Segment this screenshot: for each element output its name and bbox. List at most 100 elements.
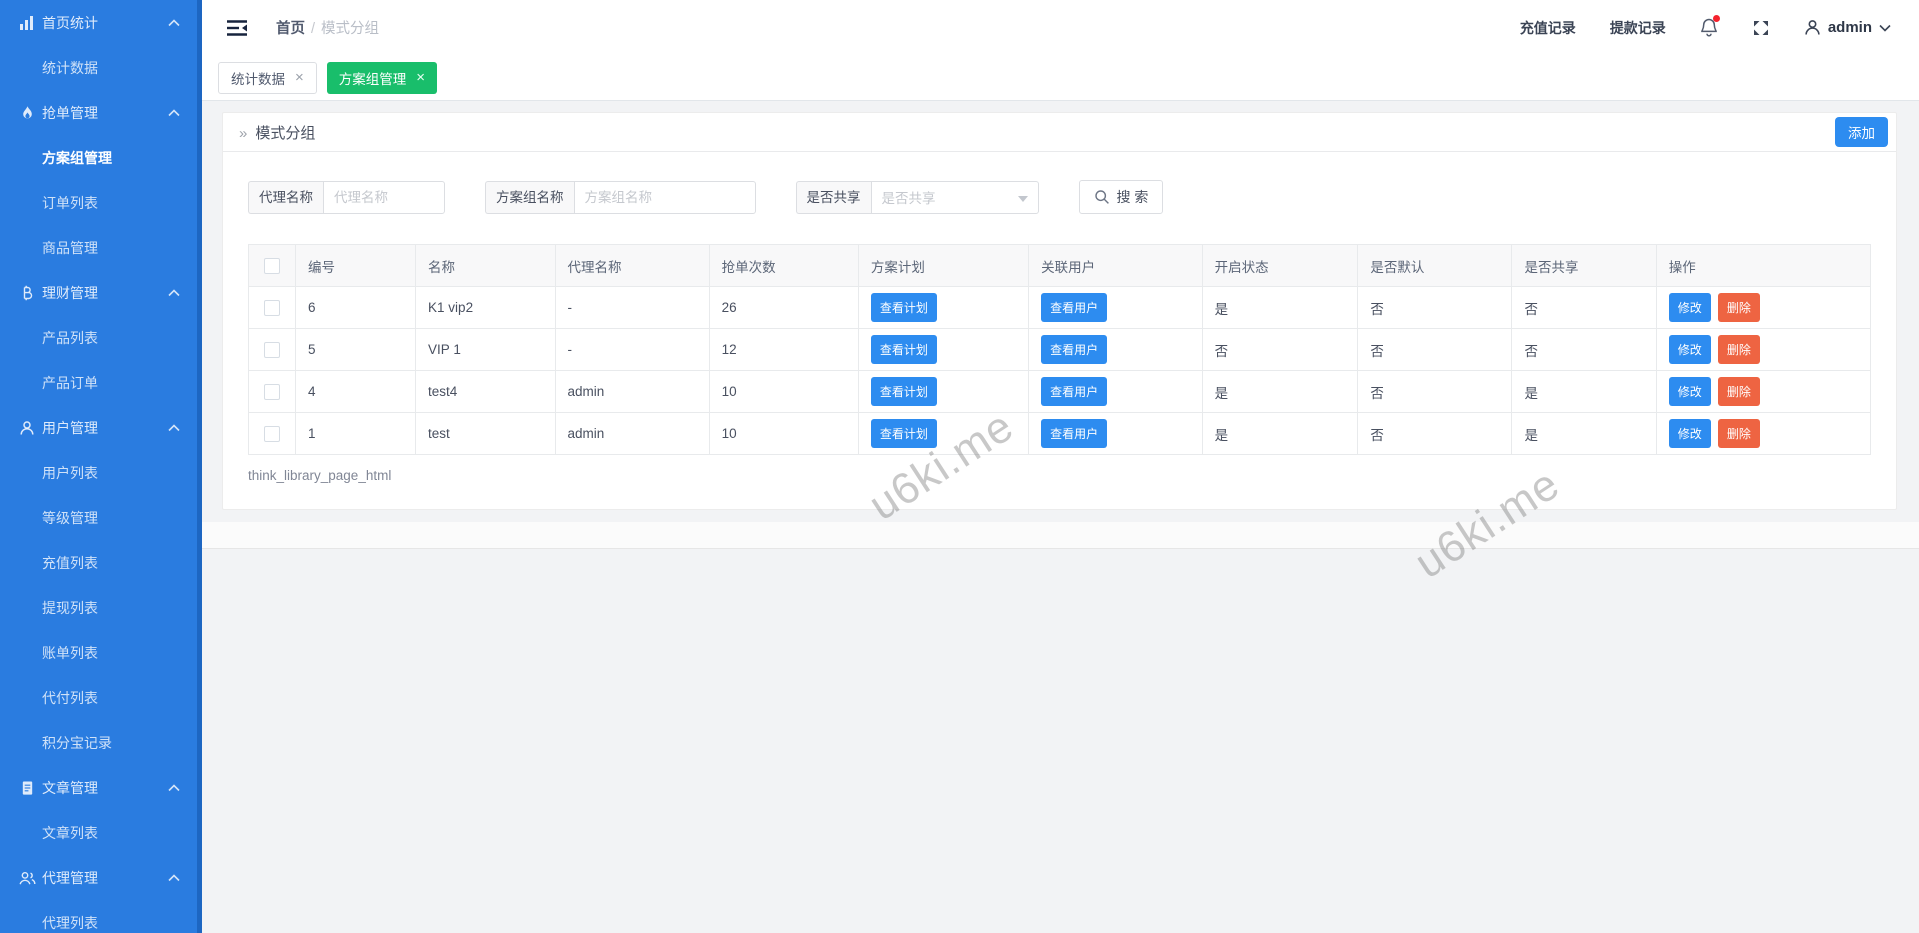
tab-stats-data[interactable]: 统计数据 × (218, 62, 317, 94)
row-checkbox[interactable] (264, 342, 280, 358)
sidebar-item-article-mgmt[interactable]: 文章管理 (0, 765, 202, 810)
sidebar-item-label: 订单列表 (42, 193, 98, 213)
col-agent: 代理名称 (555, 245, 709, 287)
sidebar-item-plan-group[interactable]: 方案组管理 (0, 135, 202, 180)
tab-plan-group[interactable]: 方案组管理 × (327, 62, 437, 94)
sidebar-item-home-stats[interactable]: 首页统计 (0, 0, 202, 45)
cell-open: 是 (1202, 371, 1358, 413)
view-user-button[interactable]: 查看用户 (1041, 293, 1107, 322)
delete-button[interactable]: 删除 (1718, 377, 1760, 406)
cell-count: 10 (709, 371, 858, 413)
cell-open: 是 (1202, 287, 1358, 329)
sidebar-item-user-mgmt[interactable]: 用户管理 (0, 405, 202, 450)
sidebar-item-payment-list[interactable]: 代付列表 (0, 675, 202, 720)
sidebar-item-recharge-list[interactable]: 充值列表 (0, 540, 202, 585)
sidebar-item-label: 抢单管理 (42, 103, 98, 123)
sidebar-item-withdraw-list[interactable]: 提现列表 (0, 585, 202, 630)
group-name-filter: 方案组名称 (485, 181, 756, 214)
shared-select-placeholder: 是否共享 (882, 187, 936, 207)
view-plan-button[interactable]: 查看计划 (871, 377, 937, 406)
cell-default: 否 (1358, 371, 1512, 413)
sidebar-item-agent-mgmt[interactable]: 代理管理 (0, 855, 202, 900)
table-row: 1 test admin 10 查看计划 查看用户 是 否 是 修改删除 (249, 413, 1871, 455)
chevron-up-icon (168, 424, 180, 432)
sidebar-item-label: 积分宝记录 (42, 733, 112, 753)
sidebar-item-order-grab[interactable]: 抢单管理 (0, 90, 202, 135)
view-plan-button[interactable]: 查看计划 (871, 419, 937, 448)
close-icon[interactable]: × (416, 70, 425, 85)
fullscreen-icon[interactable] (1752, 19, 1770, 37)
col-id: 编号 (296, 245, 416, 287)
edit-button[interactable]: 修改 (1669, 419, 1711, 448)
view-user-button[interactable]: 查看用户 (1041, 335, 1107, 364)
view-user-button[interactable]: 查看用户 (1041, 419, 1107, 448)
sidebar-item-label: 用户列表 (42, 463, 98, 483)
cell-name: test (416, 413, 555, 455)
sidebar-item-label: 统计数据 (42, 58, 98, 78)
document-icon (18, 779, 36, 797)
breadcrumb-root[interactable]: 首页 (276, 21, 305, 37)
row-checkbox[interactable] (264, 426, 280, 442)
recharge-records-link[interactable]: 充值记录 (1520, 18, 1576, 38)
sidebar-item-user-list[interactable]: 用户列表 (0, 450, 202, 495)
chevron-up-icon (168, 784, 180, 792)
sidebar-item-agent-list[interactable]: 代理列表 (0, 900, 202, 933)
cell-id: 5 (296, 329, 416, 371)
sidebar-item-label: 文章列表 (42, 823, 98, 843)
sidebar-item-label: 理财管理 (42, 283, 98, 303)
select-caret-icon (1018, 196, 1028, 202)
cell-default: 否 (1358, 329, 1512, 371)
user-menu[interactable]: admin (1804, 19, 1891, 36)
search-button[interactable]: 搜 索 (1079, 180, 1164, 214)
edit-button[interactable]: 修改 (1669, 293, 1711, 322)
admin-app: 首页统计 统计数据 抢单管理 方案组管理 订单列表 商品管理 (0, 0, 1919, 933)
sidebar-item-level-mgmt[interactable]: 等级管理 (0, 495, 202, 540)
sidebar-item-goods[interactable]: 商品管理 (0, 225, 202, 270)
edit-button[interactable]: 修改 (1669, 335, 1711, 364)
cell-id: 1 (296, 413, 416, 455)
sidebar-item-label: 等级管理 (42, 508, 98, 528)
users-icon (18, 869, 36, 887)
delete-button[interactable]: 删除 (1718, 293, 1760, 322)
edit-button[interactable]: 修改 (1669, 377, 1711, 406)
page-template-note: think_library_page_html (248, 468, 1896, 483)
delete-button[interactable]: 删除 (1718, 419, 1760, 448)
menu-fold-icon[interactable] (226, 19, 248, 37)
cell-shared: 否 (1512, 329, 1656, 371)
sidebar-item-order-list[interactable]: 订单列表 (0, 180, 202, 225)
sidebar-item-stats-data[interactable]: 统计数据 (0, 45, 202, 90)
sidebar-item-label: 账单列表 (42, 643, 98, 663)
row-checkbox[interactable] (264, 300, 280, 316)
breadcrumb: 首页/模式分组 (276, 17, 379, 38)
row-checkbox[interactable] (264, 384, 280, 400)
cell-shared: 是 (1512, 371, 1656, 413)
shared-select[interactable]: 是否共享 (871, 181, 1039, 214)
select-all-checkbox[interactable] (264, 258, 280, 274)
agent-name-input[interactable] (323, 181, 445, 214)
add-button[interactable]: 添加 (1835, 117, 1888, 147)
topbar-actions: 充值记录 提款记录 admin (1520, 18, 1891, 38)
sidebar-item-product-list[interactable]: 产品列表 (0, 315, 202, 360)
notification-bell-icon[interactable] (1700, 18, 1718, 37)
close-icon[interactable]: × (295, 70, 304, 85)
col-count: 抢单次数 (709, 245, 858, 287)
sidebar-item-points-records[interactable]: 积分宝记录 (0, 720, 202, 765)
view-plan-button[interactable]: 查看计划 (871, 335, 937, 364)
sidebar-item-label: 首页统计 (42, 13, 98, 33)
view-user-button[interactable]: 查看用户 (1041, 377, 1107, 406)
user-avatar-icon (1804, 19, 1821, 36)
footer-strip (202, 522, 1919, 549)
cell-count: 26 (709, 287, 858, 329)
table-header-row: 编号 名称 代理名称 抢单次数 方案计划 关联用户 开启状态 是否默认 是否共享… (249, 245, 1871, 287)
sidebar-item-finance[interactable]: 理财管理 (0, 270, 202, 315)
sidebar-item-bill-list[interactable]: 账单列表 (0, 630, 202, 675)
sidebar-item-article-list[interactable]: 文章列表 (0, 810, 202, 855)
page-title: »模式分组 (239, 122, 315, 143)
group-name-input[interactable] (574, 181, 756, 214)
withdraw-records-link[interactable]: 提款记录 (1610, 18, 1666, 38)
col-users: 关联用户 (1029, 245, 1203, 287)
view-plan-button[interactable]: 查看计划 (871, 293, 937, 322)
cell-name: test4 (416, 371, 555, 413)
delete-button[interactable]: 删除 (1718, 335, 1760, 364)
sidebar-item-product-orders[interactable]: 产品订单 (0, 360, 202, 405)
